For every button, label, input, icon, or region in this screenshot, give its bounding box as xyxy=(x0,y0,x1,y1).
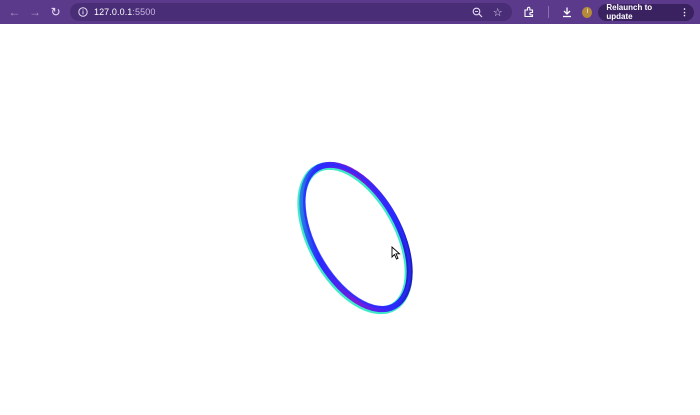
avatar-letter: I xyxy=(586,9,589,15)
extensions-button[interactable] xyxy=(522,4,537,20)
ring-shape xyxy=(297,161,413,315)
forward-button[interactable]: → xyxy=(27,3,44,21)
toolbar-divider xyxy=(548,6,550,18)
downloads-button[interactable] xyxy=(559,4,574,20)
zoom-icon xyxy=(472,7,483,17)
url-port: :5500 xyxy=(132,7,156,17)
page-viewport xyxy=(0,24,700,415)
more-menu-icon[interactable]: ⋮ xyxy=(680,7,689,18)
bookmark-button[interactable]: ☆ xyxy=(492,6,504,19)
relaunch-button[interactable]: Relaunch to update ⋮ xyxy=(598,3,695,21)
download-icon xyxy=(562,7,571,18)
back-button[interactable]: ← xyxy=(6,3,23,21)
profile-avatar[interactable]: I xyxy=(582,6,593,18)
url-text[interactable]: 127.0.0.1:5500 xyxy=(94,7,155,17)
mouse-cursor-icon xyxy=(391,246,401,260)
relaunch-label: Relaunch to update xyxy=(606,3,653,21)
address-bar[interactable]: 127.0.0.1:5500 ☆ xyxy=(69,3,512,21)
canvas-ring[interactable] xyxy=(0,24,700,415)
star-icon: ☆ xyxy=(492,6,503,19)
reload-button[interactable]: ↻ xyxy=(47,3,64,21)
forward-arrow-icon: → xyxy=(28,5,41,19)
back-arrow-icon: ← xyxy=(8,5,21,19)
extensions-icon xyxy=(524,6,534,18)
reload-icon: ↻ xyxy=(50,5,61,19)
site-info-icon[interactable] xyxy=(78,7,88,17)
browser-toolbar: ← → ↻ 127.0.0.1:5500 ☆ I Relaunch to upd… xyxy=(0,0,700,24)
zoom-button[interactable] xyxy=(472,6,484,18)
url-host: 127.0.0.1 xyxy=(93,7,133,17)
